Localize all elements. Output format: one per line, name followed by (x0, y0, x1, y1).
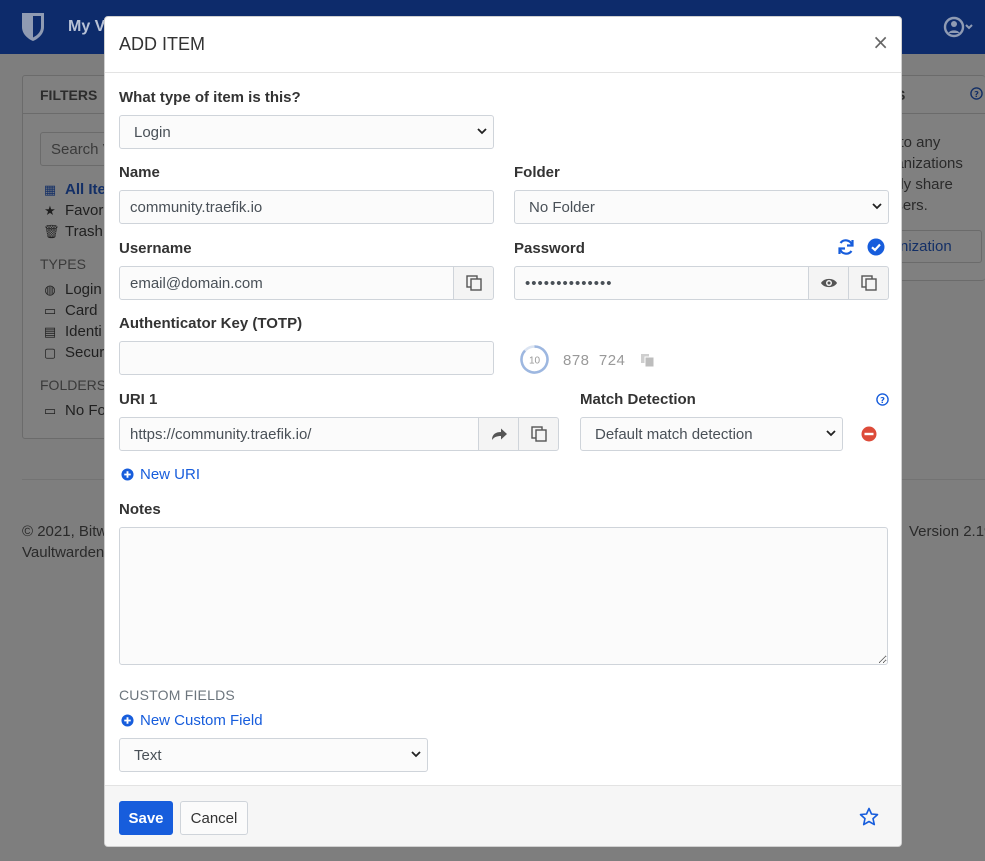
plus-circle-icon (121, 468, 134, 481)
uri-input[interactable] (119, 417, 479, 451)
filters-heading: FILTERS (23, 76, 107, 114)
match-detection-select[interactable]: Default match detection (580, 417, 843, 451)
copy-username-button[interactable] (453, 266, 494, 300)
remove-uri-icon[interactable] (861, 426, 877, 442)
dialog-title: ADD ITEM (119, 34, 206, 54)
copy-icon (860, 275, 877, 291)
copy-uri-button[interactable] (518, 417, 559, 451)
item-type-label: What type of item is this? (119, 89, 301, 106)
uri-label: URI 1 (119, 391, 158, 408)
password-input[interactable] (514, 266, 809, 300)
filter-type-card[interactable]: ▭ Card (43, 302, 98, 319)
footer-version: Version 2.19 (909, 523, 985, 540)
generate-password-icon[interactable] (837, 238, 855, 256)
eye-icon (820, 278, 837, 288)
new-custom-field-label: New Custom Field (140, 712, 263, 729)
filter-favorites[interactable]: ★ Favor (43, 202, 103, 219)
toggle-password-visibility-button[interactable] (808, 266, 849, 300)
folder-label: Folder (514, 164, 560, 181)
share-arrow-icon (491, 428, 507, 440)
help-icon[interactable]: ? (970, 87, 983, 100)
grid-icon: ▦ (43, 182, 57, 197)
trash-icon: 🗑 (43, 224, 60, 239)
bitwarden-shield-icon[interactable] (20, 12, 46, 42)
plus-circle-icon (121, 714, 134, 727)
name-label: Name (119, 164, 160, 181)
filter-trash[interactable]: 🗑 Trash (43, 223, 103, 240)
totp-code: 878 724 (563, 352, 626, 369)
dialog-header: ADD ITEM × (105, 17, 901, 73)
help-icon[interactable]: ? (876, 393, 889, 406)
custom-field-type-select[interactable]: Text (119, 738, 428, 772)
new-custom-field-link[interactable]: New Custom Field (121, 712, 263, 729)
filter-type-secure-note[interactable]: ▢ Secur (43, 344, 104, 361)
user-account-icon[interactable] (943, 14, 973, 40)
totp-label: Authenticator Key (TOTP) (119, 315, 303, 332)
username-label: Username (119, 240, 192, 257)
check-password-icon[interactable] (867, 238, 885, 256)
filter-type-identity[interactable]: ▤ Identi (43, 323, 102, 340)
copy-icon (465, 275, 482, 291)
totp-countdown-ring: 10 (520, 345, 549, 374)
copy-password-button[interactable] (848, 266, 889, 300)
svg-text:?: ? (880, 395, 885, 405)
svg-text:?: ? (974, 89, 979, 99)
custom-field-type-select-wrap: Text (119, 738, 428, 772)
id-card-icon: ▤ (43, 324, 57, 339)
launch-uri-button[interactable] (478, 417, 519, 451)
custom-fields-heading: CUSTOM FIELDS (119, 687, 235, 703)
new-uri-link[interactable]: New URI (121, 466, 200, 483)
folders-heading: FOLDERS (40, 377, 107, 393)
save-button[interactable]: Save (119, 801, 173, 835)
folder-icon: ▭ (43, 403, 57, 418)
cancel-button[interactable]: Cancel (180, 801, 248, 835)
item-type-select-wrap: Login (119, 115, 494, 149)
copy-totp-icon[interactable] (640, 353, 655, 368)
types-heading: TYPES (40, 256, 86, 272)
credit-card-icon: ▭ (43, 303, 57, 318)
filter-type-login[interactable]: ◍ Login (43, 281, 101, 298)
star-icon: ★ (44, 203, 56, 218)
close-button[interactable]: × (872, 30, 889, 54)
filters-panel: FILTERS Search V ▦ All Ite ★ Favor 🗑 Trash … (22, 75, 130, 439)
new-uri-label: New URI (140, 466, 201, 483)
username-input[interactable] (119, 266, 454, 300)
password-label: Password (514, 240, 585, 257)
filter-all-items[interactable]: ▦ All Ite (43, 181, 106, 198)
item-type-select[interactable]: Login (119, 115, 494, 149)
match-detection-label: Match Detection (580, 391, 696, 408)
footer-copyright: © 2021, Bitw (22, 523, 108, 540)
globe-icon: ◍ (44, 282, 56, 297)
copy-icon (530, 426, 547, 442)
add-item-dialog: ADD ITEM × What type of item is this? Lo… (104, 16, 902, 847)
filter-no-folder[interactable]: ▭ No Fo (43, 402, 106, 419)
footer-vaultwarden: Vaultwarden (22, 544, 105, 561)
dialog-footer: Save Cancel (105, 785, 901, 846)
favorite-star-icon[interactable] (859, 807, 879, 827)
folder-select[interactable]: No Folder (514, 190, 889, 224)
totp-countdown: 10 (529, 356, 541, 367)
match-detection-select-wrap: Default match detection (580, 417, 843, 451)
name-input[interactable] (119, 190, 494, 224)
totp-input[interactable] (119, 341, 494, 375)
folder-select-wrap: No Folder (514, 190, 889, 224)
notes-textarea[interactable] (119, 527, 888, 665)
notes-label: Notes (119, 501, 161, 518)
sticky-note-icon: ▢ (43, 345, 57, 360)
